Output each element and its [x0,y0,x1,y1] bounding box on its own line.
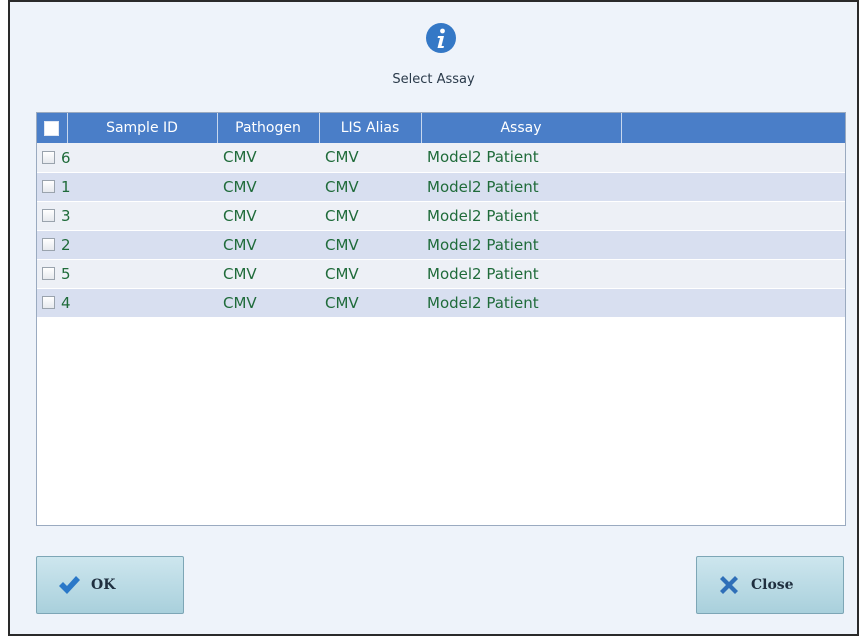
empty-cell [621,201,845,231]
assay-cell: Model2 Patient [421,172,621,202]
lis-alias-cell: CMV [319,172,421,202]
sample-id-cell: 3 [37,201,217,231]
dialog-title: Select Assay [392,72,475,87]
dialog-header: Select Assay [10,2,857,112]
table-row[interactable]: 6 CMV CMV Model2 Patient [37,143,845,173]
lis-alias-cell: CMV [319,143,421,173]
row-checkbox[interactable] [42,180,55,194]
select-all-checkbox[interactable] [37,113,68,143]
table-row[interactable]: 3 CMV CMV Model2 Patient [37,201,845,231]
lis-alias-cell: CMV [319,201,421,231]
row-checkbox[interactable] [42,267,55,281]
empty-cell [621,143,845,173]
sample-id-cell: 1 [37,172,217,202]
table-row[interactable]: 4 CMV CMV Model2 Patient [37,288,845,318]
lis-alias-cell: CMV [319,288,421,318]
select-assay-dialog: Select Assay Sample ID Pathogen LIS Alia… [8,0,859,636]
close-button[interactable]: Close [696,556,844,614]
assay-cell: Model2 Patient [421,143,621,173]
row-checkbox[interactable] [42,151,55,164]
empty-cell [621,288,845,318]
row-checkbox[interactable] [42,209,55,223]
empty-cell [621,172,845,202]
assay-cell: Model2 Patient [421,230,621,260]
ok-button-label: OK [91,577,116,593]
column-header-empty [621,113,845,143]
assay-cell: Model2 Patient [421,288,621,318]
column-header-lis-alias[interactable]: LIS Alias [319,113,422,143]
checkmark-icon [59,576,80,594]
table-row[interactable]: 5 CMV CMV Model2 Patient [37,259,845,289]
assay-cell: Model2 Patient [421,201,621,231]
pathogen-cell: CMV [217,259,319,289]
pathogen-cell: CMV [217,201,319,231]
pathogen-cell: CMV [217,288,319,318]
table-header-row: Sample ID Pathogen LIS Alias Assay [37,113,845,143]
column-header-pathogen[interactable]: Pathogen [217,113,320,143]
lis-alias-cell: CMV [319,230,421,260]
pathogen-cell: CMV [217,172,319,202]
sample-id-cell: 4 [37,288,217,318]
column-header-assay[interactable]: Assay [421,113,622,143]
close-button-label: Close [751,577,794,593]
sample-id-cell: 5 [37,259,217,289]
sample-id-cell: 2 [37,230,217,260]
x-icon [720,576,738,594]
sample-assay-table: Sample ID Pathogen LIS Alias Assay 6 CMV… [36,112,846,526]
pathogen-cell: CMV [217,143,319,173]
assay-cell: Model2 Patient [421,259,621,289]
row-checkbox[interactable] [42,238,55,252]
empty-cell [621,259,845,289]
row-checkbox[interactable] [42,296,55,310]
empty-cell [621,230,845,260]
lis-alias-cell: CMV [319,259,421,289]
column-header-sample-id[interactable]: Sample ID [67,113,218,143]
info-icon [426,23,456,53]
pathogen-cell: CMV [217,230,319,260]
ok-button[interactable]: OK [36,556,184,614]
table-row[interactable]: 1 CMV CMV Model2 Patient [37,172,845,202]
sample-id-cell: 6 [37,143,217,173]
table-row[interactable]: 2 CMV CMV Model2 Patient [37,230,845,260]
